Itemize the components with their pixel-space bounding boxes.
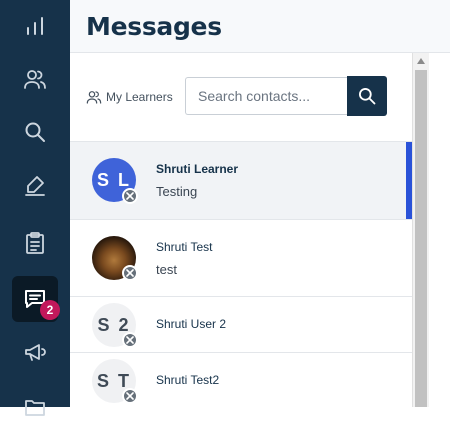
- search-icon: [25, 122, 45, 142]
- pen-icon: [25, 176, 45, 196]
- my-learners-filter[interactable]: My Learners: [86, 89, 173, 105]
- nav-authoring[interactable]: [12, 162, 58, 208]
- search-icon: [359, 88, 376, 105]
- contact-name: Shruti User 2: [156, 317, 227, 331]
- folder-icon: [25, 400, 45, 416]
- clipboard-icon: [26, 232, 44, 254]
- offline-status-icon: [122, 188, 138, 204]
- contact-row[interactable]: S L Shruti Learner Testing: [70, 142, 412, 220]
- unread-badge: 2: [40, 300, 60, 320]
- page-title: Messages: [86, 12, 222, 41]
- scroll-up-arrow-icon[interactable]: [413, 53, 429, 69]
- users-icon: [24, 70, 46, 89]
- contact-name: Shruti Test2: [156, 373, 220, 387]
- nav-reports[interactable]: [12, 3, 58, 49]
- scroll-thumb[interactable]: [415, 70, 427, 407]
- contacts-toolbar: My Learners: [70, 53, 412, 141]
- offline-status-icon: [122, 332, 138, 348]
- message-preview: Testing: [156, 184, 198, 199]
- contact-row[interactable]: S T Shruti Test2: [70, 353, 412, 408]
- sidebar-nav: 2: [0, 0, 70, 416]
- user-group-icon: [86, 91, 102, 104]
- contact-name: Shruti Learner: [156, 162, 239, 176]
- message-preview: test: [156, 262, 177, 277]
- megaphone-icon: [25, 344, 46, 361]
- my-learners-label: My Learners: [106, 90, 173, 104]
- contact-row[interactable]: S 2 Shruti User 2: [70, 297, 412, 353]
- search-contacts-input[interactable]: [185, 77, 347, 115]
- page-header: Messages: [70, 0, 450, 53]
- nav-messages[interactable]: 2: [12, 276, 60, 322]
- nav-assignments[interactable]: [12, 220, 58, 266]
- contact-list-scrollbar[interactable]: [412, 53, 429, 407]
- nav-announcements[interactable]: [12, 329, 58, 375]
- contact-row[interactable]: Shruti Test test: [70, 220, 412, 297]
- nav-users[interactable]: [12, 56, 58, 102]
- offline-status-icon: [122, 265, 138, 281]
- contact-name: Shruti Test: [156, 240, 213, 254]
- bar-chart-icon: [27, 17, 43, 35]
- nav-files[interactable]: [12, 384, 58, 430]
- nav-search[interactable]: [12, 109, 58, 155]
- messages-panel: Messages My Learners S L Shruti Learner …: [70, 0, 450, 408]
- offline-status-icon: [122, 388, 138, 404]
- search-button[interactable]: [347, 76, 387, 116]
- contact-list: S L Shruti Learner Testing Shruti Test t…: [70, 141, 412, 408]
